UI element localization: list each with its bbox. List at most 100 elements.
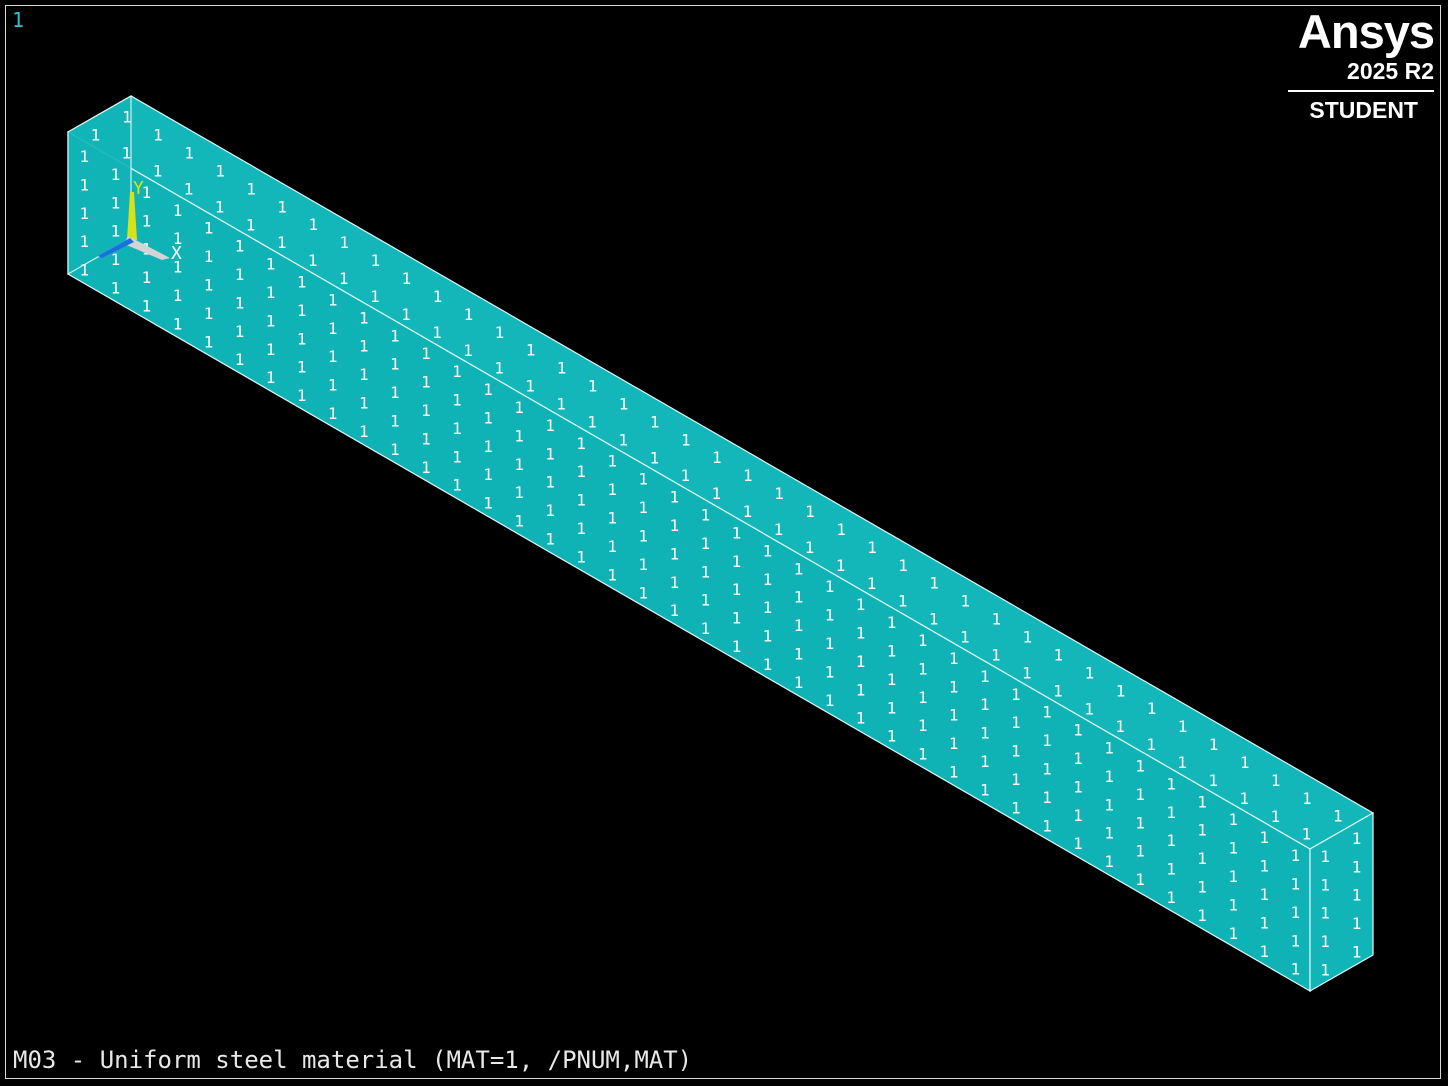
plot-caption: M03 - Uniform steel material (MAT=1, /PN… xyxy=(13,1046,693,1074)
material-label: 1 xyxy=(1135,785,1145,804)
material-label: 1 xyxy=(328,319,338,338)
beam-model-view[interactable]: 1 1 1 1 1 1 1 1 1 1 1 1 1 1 1 1 1 1 1 1 1 1 1 1 1 1 1 1 1 1 1 1 1 1 1 1 1 1 1 1… xyxy=(0,0,1448,1086)
material-label: 1 xyxy=(1115,717,1125,736)
material-label: 1 xyxy=(111,279,121,298)
material-label: 1 xyxy=(452,447,462,466)
material-label: 1 xyxy=(1104,795,1114,814)
material-label: 1 xyxy=(328,376,338,395)
material-label: 1 xyxy=(359,365,369,384)
material-label: 1 xyxy=(556,395,566,414)
material-label: 1 xyxy=(1228,810,1238,829)
material-label: 1 xyxy=(1166,774,1176,793)
material-label: 1 xyxy=(246,179,256,198)
material-label: 1 xyxy=(949,677,959,696)
material-label: 1 xyxy=(390,355,400,374)
material-label: 1 xyxy=(1053,681,1063,700)
material-label: 1 xyxy=(607,509,617,528)
material-label: 1 xyxy=(1177,753,1187,772)
material-label: 1 xyxy=(246,215,256,234)
material-label: 1 xyxy=(308,251,318,270)
material-label: 1 xyxy=(297,358,307,377)
material-label: 1 xyxy=(401,305,411,324)
material-label: 1 xyxy=(1104,824,1114,843)
material-label: 1 xyxy=(526,341,536,360)
material-label: 1 xyxy=(452,419,462,438)
material-label: 1 xyxy=(650,448,660,467)
material-label: 1 xyxy=(91,126,101,145)
material-label: 1 xyxy=(1073,834,1083,853)
material-label: 1 xyxy=(111,193,121,212)
material-label: 1 xyxy=(732,637,742,656)
triad-y-label: Y xyxy=(133,178,144,199)
material-label: 1 xyxy=(1135,813,1145,832)
window-number: 1 xyxy=(12,8,25,32)
material-label: 1 xyxy=(1022,663,1032,682)
material-label: 1 xyxy=(1178,717,1188,736)
material-label: 1 xyxy=(1166,831,1176,850)
graphics-viewport[interactable]: 1 1 1 1 1 1 1 1 1 1 1 1 1 1 1 1 1 1 1 1 1 1 1 1 1 1 1 1 1 1 1 1 1 1 1 1 1 1 1 1… xyxy=(0,0,1448,1086)
material-label: 1 xyxy=(204,247,214,266)
material-label: 1 xyxy=(607,537,617,556)
material-label: 1 xyxy=(494,359,504,378)
material-label: 1 xyxy=(328,290,338,309)
material-label: 1 xyxy=(1146,735,1156,754)
material-label: 1 xyxy=(1239,789,1249,808)
material-label: 1 xyxy=(452,391,462,410)
material-label: 1 xyxy=(545,530,555,549)
material-label: 1 xyxy=(1228,895,1238,914)
material-label: 1 xyxy=(1042,703,1052,722)
material-label: 1 xyxy=(701,562,711,581)
material-label: 1 xyxy=(1228,867,1238,886)
material-label: 1 xyxy=(297,301,307,320)
material-label: 1 xyxy=(805,502,815,521)
material-label: 1 xyxy=(763,570,773,589)
material-label: 1 xyxy=(80,204,90,223)
material-label: 1 xyxy=(1259,942,1269,961)
material-label: 1 xyxy=(525,377,535,396)
material-label: 1 xyxy=(173,286,183,305)
material-label: 1 xyxy=(1271,771,1281,790)
material-label: 1 xyxy=(794,645,804,664)
material-label: 1 xyxy=(794,673,804,692)
material-label: 1 xyxy=(1197,792,1207,811)
material-label: 1 xyxy=(297,273,307,292)
material-label: 1 xyxy=(1197,849,1207,868)
material-label: 1 xyxy=(1259,828,1269,847)
material-label: 1 xyxy=(794,588,804,607)
material-label: 1 xyxy=(1352,943,1362,962)
material-label: 1 xyxy=(607,480,617,499)
material-label: 1 xyxy=(576,462,586,481)
material-label: 1 xyxy=(421,401,431,420)
material-label: 1 xyxy=(153,162,163,181)
material-label: 1 xyxy=(1259,913,1269,932)
material-label: 1 xyxy=(856,624,866,643)
material-label: 1 xyxy=(1116,681,1126,700)
material-label: 1 xyxy=(1291,960,1301,979)
material-label: 1 xyxy=(1085,663,1095,682)
material-label: 1 xyxy=(153,126,163,145)
material-label: 1 xyxy=(266,340,276,359)
material-label: 1 xyxy=(297,386,307,405)
logo-edition: STUDENT xyxy=(1309,97,1418,123)
logo-divider xyxy=(1288,90,1434,92)
material-label: 1 xyxy=(359,394,369,413)
material-label: 1 xyxy=(421,429,431,448)
material-label: 1 xyxy=(483,408,493,427)
material-label: 1 xyxy=(80,232,90,251)
material-label: 1 xyxy=(794,616,804,635)
material-label: 1 xyxy=(887,613,897,632)
material-label: 1 xyxy=(1197,878,1207,897)
material-label: 1 xyxy=(235,265,245,284)
material-label: 1 xyxy=(825,691,835,710)
material-label: 1 xyxy=(856,709,866,728)
material-label: 1 xyxy=(1259,857,1269,876)
material-label: 1 xyxy=(1320,932,1330,951)
material-label: 1 xyxy=(743,502,753,521)
material-label: 1 xyxy=(887,698,897,717)
material-label: 1 xyxy=(1197,906,1207,925)
material-label: 1 xyxy=(433,287,443,306)
material-label: 1 xyxy=(142,268,152,287)
material-label: 1 xyxy=(887,642,897,661)
material-label: 1 xyxy=(650,412,660,431)
material-label: 1 xyxy=(514,483,524,502)
